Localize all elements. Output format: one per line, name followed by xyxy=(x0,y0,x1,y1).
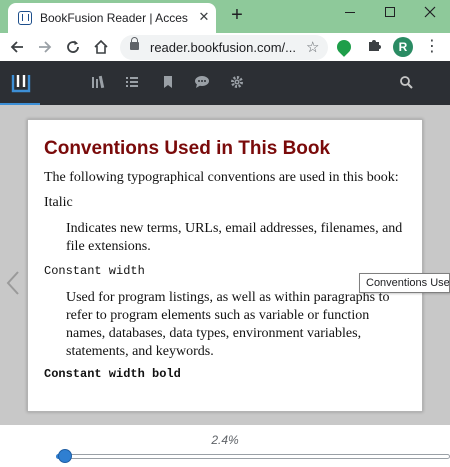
previous-page-chevron-icon[interactable] xyxy=(4,270,22,300)
search-icon[interactable] xyxy=(398,75,414,91)
reload-icon xyxy=(67,40,79,53)
book-page: Conventions Used in This Book The follow… xyxy=(27,119,423,412)
bookmark-star-icon[interactable]: ☆ xyxy=(306,38,319,56)
profile-avatar[interactable]: R xyxy=(393,37,413,57)
address-bar[interactable]: reader.bookfusion.com/... ☆ xyxy=(120,35,328,60)
extension-leaf-icon[interactable] xyxy=(334,37,354,57)
back-button[interactable] xyxy=(6,36,28,58)
bookfusion-favicon-icon xyxy=(18,11,32,25)
convention-term: Constant width bold xyxy=(44,367,181,381)
tab-title: BookFusion Reader | Accessible E xyxy=(40,11,188,25)
bookmark-icon[interactable] xyxy=(160,75,176,91)
window-maximize-button[interactable] xyxy=(370,0,410,24)
forward-button[interactable] xyxy=(34,36,56,58)
close-icon xyxy=(424,6,436,18)
convention-term: Italic xyxy=(44,195,73,210)
chat-icon[interactable] xyxy=(194,75,210,91)
tab-close-icon[interactable]: ✕ xyxy=(196,9,212,25)
reload-button[interactable] xyxy=(62,36,84,58)
lock-icon xyxy=(130,37,139,50)
convention-definition: Indicates new terms, URLs, email address… xyxy=(66,221,403,254)
convention-definition: Used for program listings, as well as wi… xyxy=(66,290,390,359)
extensions-puzzle-icon[interactable] xyxy=(366,37,382,57)
reading-progress: 2.4% xyxy=(0,425,450,467)
reader-toolbar xyxy=(0,61,450,105)
window-close-button[interactable] xyxy=(410,0,450,24)
home-button[interactable] xyxy=(90,36,112,58)
browser-tab[interactable]: BookFusion Reader | Accessible E ✕ xyxy=(8,3,216,33)
progress-slider-track[interactable] xyxy=(56,454,450,459)
settings-gear-icon[interactable] xyxy=(229,75,245,91)
list-icon[interactable] xyxy=(124,75,140,91)
link-tooltip: Conventions Used xyxy=(359,273,450,293)
convention-term: Constant width xyxy=(44,264,145,278)
window-minimize-button[interactable] xyxy=(330,0,370,24)
section-title: Conventions Used in This Book xyxy=(44,138,331,159)
home-icon xyxy=(94,39,108,54)
browser-toolbar: reader.bookfusion.com/... ☆ R ⋮ xyxy=(0,33,450,61)
logo-icon[interactable] xyxy=(10,71,32,95)
progress-slider-thumb[interactable] xyxy=(58,449,73,463)
library-icon[interactable] xyxy=(90,75,106,91)
progress-percentage: 2.4% xyxy=(211,433,239,447)
maximize-icon xyxy=(385,7,395,18)
url-text: reader.bookfusion.com/... xyxy=(150,40,296,55)
section-intro: The following typographical conventions … xyxy=(44,170,399,185)
reader-viewport[interactable]: Conventions Used in This Book The follow… xyxy=(0,105,450,425)
new-tab-button[interactable]: + xyxy=(226,4,248,26)
arrow-left-icon xyxy=(10,41,23,53)
minimize-icon xyxy=(345,11,355,13)
browser-menu-icon[interactable]: ⋮ xyxy=(424,36,440,58)
browser-tab-strip: BookFusion Reader | Accessible E ✕ + xyxy=(0,0,450,33)
arrow-right-icon xyxy=(39,41,52,53)
